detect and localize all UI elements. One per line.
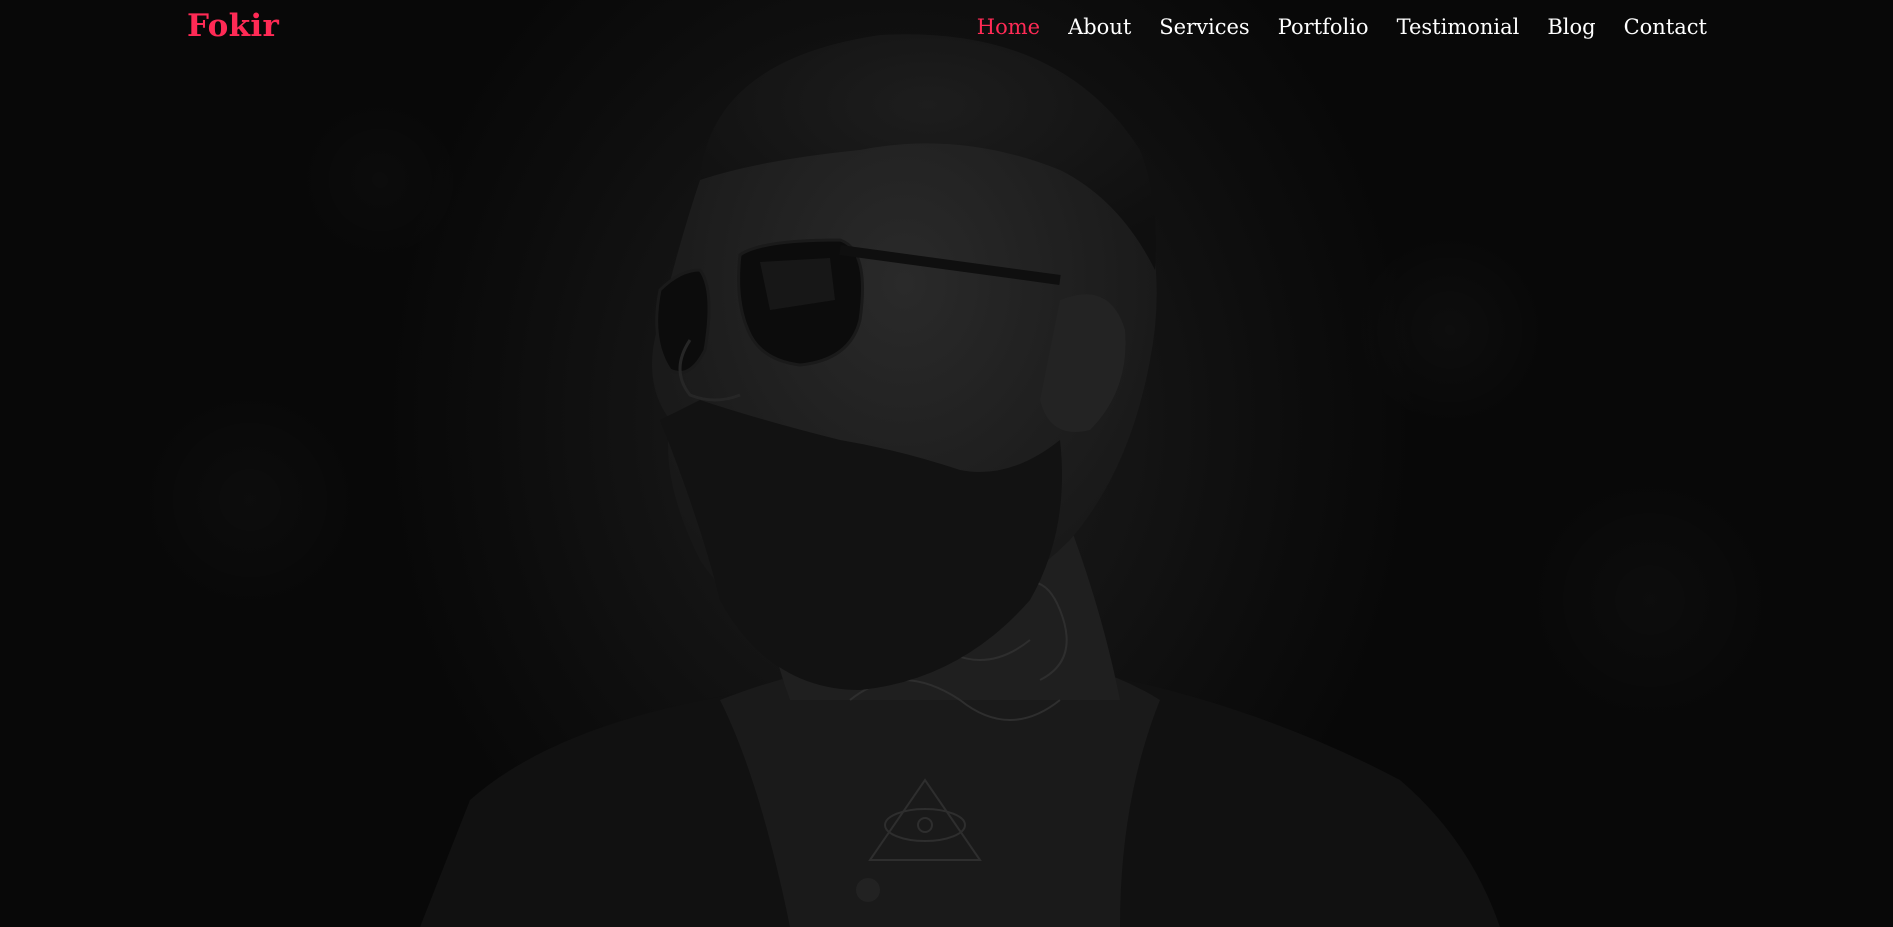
nav-link-contact[interactable]: Contact (1624, 15, 1707, 39)
hero-section: Fokir Home About Services Portfolio Test… (0, 0, 1893, 927)
hero-portrait-image (420, 34, 1500, 927)
nav-link-home[interactable]: Home (977, 15, 1040, 39)
nav-item-about: About (1068, 15, 1131, 39)
nav-item-blog: Blog (1547, 15, 1595, 39)
nav-item-home: Home (977, 15, 1040, 39)
nav-link-blog[interactable]: Blog (1547, 15, 1595, 39)
main-navbar: Fokir Home About Services Portfolio Test… (0, 0, 1893, 62)
brand-logo[interactable]: Fokir (187, 8, 279, 44)
nav-link-portfolio[interactable]: Portfolio (1278, 15, 1369, 39)
nav-link-about[interactable]: About (1068, 15, 1131, 39)
nav-link-services[interactable]: Services (1159, 15, 1249, 39)
nav-link-testimonial[interactable]: Testimonial (1397, 15, 1520, 39)
nav-item-services: Services (1159, 15, 1249, 39)
nav-item-testimonial: Testimonial (1397, 15, 1520, 39)
nav-menu: Home About Services Portfolio Testimonia… (949, 15, 1707, 39)
nav-item-contact: Contact (1624, 15, 1707, 39)
nav-item-portfolio: Portfolio (1278, 15, 1369, 39)
